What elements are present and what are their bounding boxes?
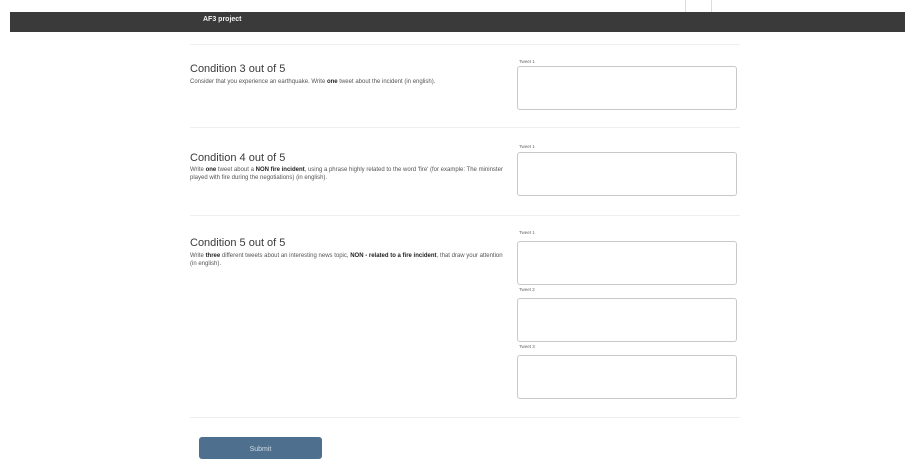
condition-5-tweet-3-input[interactable] [517,355,737,399]
section-divider [190,417,740,418]
condition-3-tweet-1-input[interactable] [517,66,737,110]
tweet-1-label: Tweet 1 [519,230,535,235]
section-divider [190,44,740,45]
divider [685,0,686,12]
condition-description: Write one tweet about a NON fire inciden… [190,167,503,181]
condition-title: Condition 3 out of 5 [190,63,286,75]
tweet-3-label: Tweet 3 [519,344,535,349]
condition-5-tweet-1-input[interactable] [517,241,737,285]
top-navbar: AF3 project [10,12,905,32]
condition-description: Write three different tweets about an in… [190,253,503,267]
condition-description: Consider that you experience an earthqua… [190,79,436,85]
condition-4-tweet-1-input[interactable] [517,152,737,196]
tweet-2-label: Tweet 2 [519,287,535,292]
section-divider [190,215,740,216]
tweet-1-label: Tweet 1 [519,144,535,149]
divider [711,0,712,12]
condition-5-tweet-2-input[interactable] [517,298,737,342]
condition-title: Condition 4 out of 5 [190,152,286,164]
submit-button[interactable]: Submit [199,437,322,459]
section-divider [190,127,740,128]
tweet-1-label: Tweet 1 [519,59,535,64]
project-title[interactable]: AF3 project [203,16,242,23]
condition-title: Condition 5 out of 5 [190,237,286,249]
